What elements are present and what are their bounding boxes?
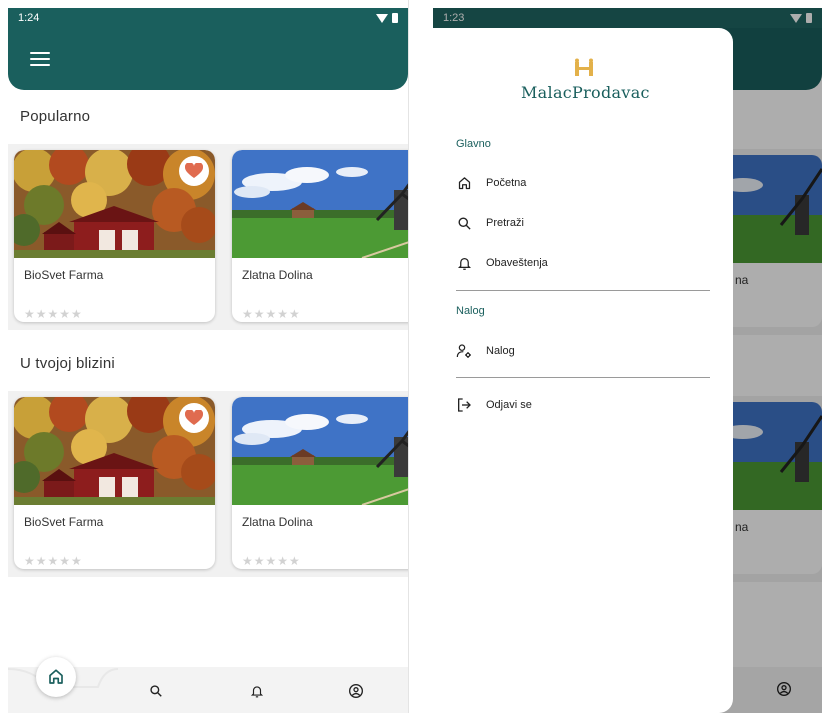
logo-icon <box>574 58 593 76</box>
farm-card[interactable]: Zlatna Dolina ★★★★★ <box>232 150 408 322</box>
farm-name: Zlatna Dolina <box>242 268 313 282</box>
drawer-item-label: Pretraži <box>486 217 524 229</box>
section-title-popular: Popularno <box>20 108 91 125</box>
heart-icon <box>185 163 203 178</box>
farm-card[interactable]: Zlatna Dolina ★★★★★ <box>232 397 408 569</box>
rating-stars: ★★★★★ <box>24 554 83 568</box>
app-bar <box>8 28 408 90</box>
heart-icon <box>185 410 203 425</box>
nav-profile-button[interactable] <box>346 681 366 701</box>
farm-name: BioSvet Farma <box>24 268 104 282</box>
nav-notifications-button[interactable] <box>247 681 267 701</box>
farm-image <box>14 150 215 258</box>
farm-name: BioSvet Farma <box>24 515 104 529</box>
wifi-icon <box>376 13 388 23</box>
home-icon <box>49 669 63 684</box>
farm-card[interactable]: BioSvet Farma ★★★★★ <box>14 397 215 569</box>
status-bar: 1:24 <box>8 8 408 28</box>
logo-text: MalacProdavac <box>521 83 650 102</box>
drawer-divider <box>456 377 710 378</box>
popular-carousel[interactable]: BioSvet Farma ★★★★★ Zlatna Dolina ★★★★★ <box>8 144 408 330</box>
account-settings-icon <box>456 343 472 359</box>
nav-search-button[interactable] <box>146 681 166 701</box>
drawer-item-account[interactable]: Nalog <box>456 337 710 365</box>
favorite-button[interactable] <box>179 156 209 186</box>
farm-image <box>232 397 408 505</box>
navigation-drawer: MalacProdavac Glavno Početna Pretraži Ob… <box>433 28 733 713</box>
drawer-item-label: Nalog <box>486 345 515 357</box>
favorite-button[interactable] <box>179 403 209 433</box>
section-title-nearby: U tvojoj blizini <box>20 355 115 372</box>
battery-icon <box>392 13 398 23</box>
home-screen: 1:24 Popularno BioSvet Farma ★★★★★ Zlatn… <box>8 8 408 713</box>
farm-name: Zlatna Dolina <box>242 515 313 529</box>
drawer-item-logout[interactable]: Odjavi se <box>456 391 710 419</box>
drawer-item-label: Obaveštenja <box>486 257 548 269</box>
group-label-main: Glavno <box>456 138 491 150</box>
status-time: 1:24 <box>18 12 40 24</box>
farm-image <box>14 397 215 505</box>
drawer-item-home[interactable]: Početna <box>456 169 710 197</box>
rating-stars: ★★★★★ <box>242 307 301 321</box>
home-icon <box>456 175 472 191</box>
drawer-item-notifications[interactable]: Obaveštenja <box>456 249 710 277</box>
nav-home-button[interactable] <box>36 657 76 697</box>
drawer-item-label: Odjavi se <box>486 399 532 411</box>
drawer-item-search[interactable]: Pretraži <box>456 209 710 237</box>
menu-icon[interactable] <box>30 52 50 66</box>
bell-icon <box>456 255 472 271</box>
drawer-screen: 1:23 na na MalacProdavac Glavno Početna <box>433 8 822 713</box>
rating-stars: ★★★★★ <box>242 554 301 568</box>
search-icon <box>150 685 162 697</box>
drawer-divider <box>456 290 710 291</box>
bottom-navigation <box>8 657 408 713</box>
search-icon <box>456 215 472 231</box>
app-logo: MalacProdavac <box>521 58 650 102</box>
screen-divider <box>408 0 409 713</box>
farm-card[interactable]: BioSvet Farma ★★★★★ <box>14 150 215 322</box>
nearby-carousel[interactable]: BioSvet Farma ★★★★★ Zlatna Dolina ★★★★★ <box>8 391 408 577</box>
drawer-item-label: Početna <box>486 177 527 189</box>
rating-stars: ★★★★★ <box>24 307 83 321</box>
farm-image <box>232 150 408 258</box>
logout-icon <box>456 397 472 413</box>
bell-icon <box>250 686 264 698</box>
group-label-account: Nalog <box>456 305 485 317</box>
profile-icon <box>349 684 363 698</box>
